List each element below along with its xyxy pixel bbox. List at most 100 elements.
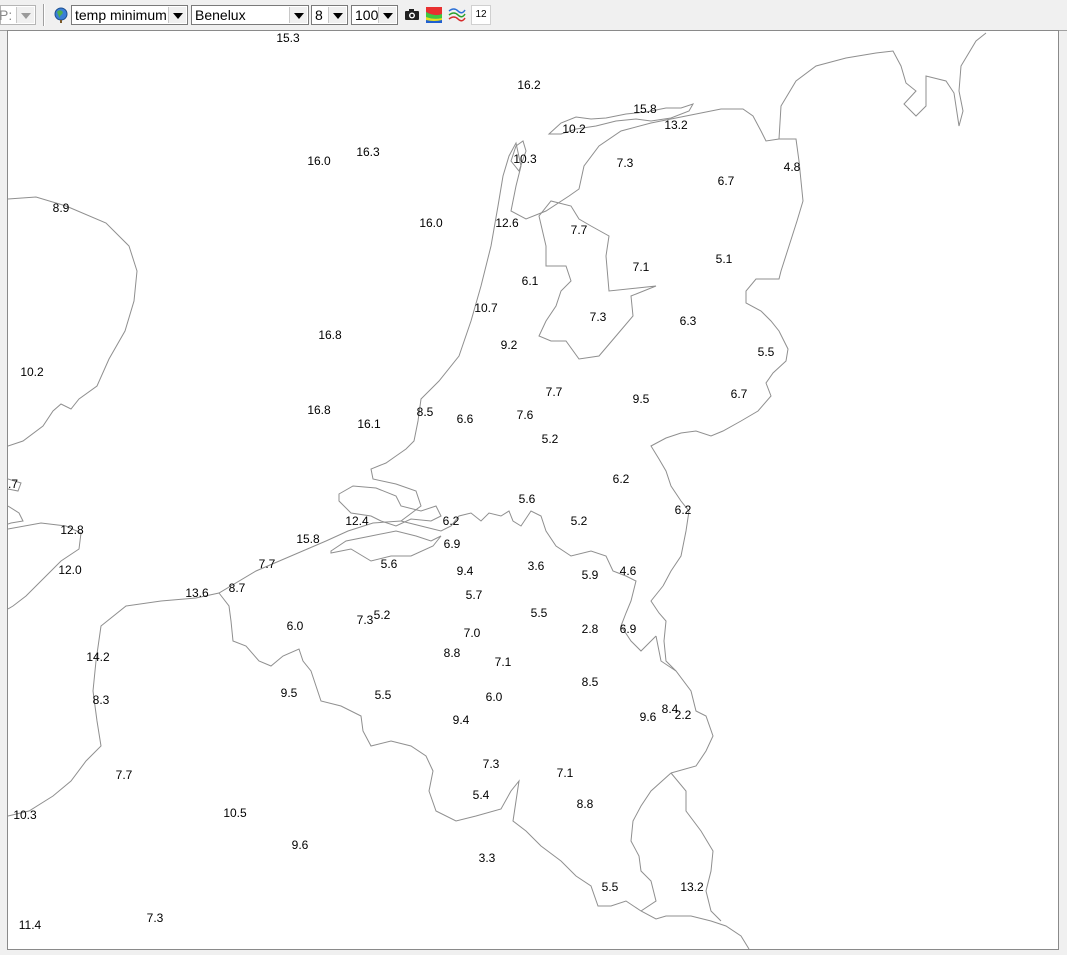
temperature-value-label: 6.0 [287,619,304,633]
camera-icon[interactable] [403,6,421,24]
temperature-value-label: 16.2 [517,78,541,92]
chevron-down-icon [289,7,307,23]
border-limburg [650,585,714,774]
temperature-value-label: 5.7 [466,588,483,602]
temperature-value-label: 6.9 [444,537,461,551]
temperature-value-label: 6.6 [457,412,474,426]
chevron-down-icon [16,7,34,23]
temperature-value-label: 5.4 [473,788,490,802]
temperature-value-label: 5.5 [531,606,548,620]
temperature-value-label: 10.2 [562,122,586,136]
temperature-value-label: 6.9 [620,622,637,636]
temperature-value-label: 5.2 [374,608,391,622]
coastline-england-kent [8,505,82,610]
temperature-value-label: 12.8 [60,523,84,537]
temperature-value-label: 9.4 [453,713,470,727]
temperature-value-label: 15.8 [296,532,320,546]
temperature-value-label: 5.2 [542,432,559,446]
temperature-value-label: 7.3 [590,310,607,324]
benelux-map: 15.3 16.2 15.8 10.2 13.2 16.0 16.3 10.3 7.3 6.7 4.… [8,31,987,949]
temperature-value-label: 9.4 [457,564,474,578]
temperature-value-label: 7.3 [617,156,634,170]
chevron-down-icon [168,7,186,23]
zoom-select-value: 100 [355,7,379,23]
temperature-value-label: 8.5 [582,675,599,689]
temperature-value-label: 9.6 [640,710,657,724]
temperature-value-label: 8.7 [229,581,246,595]
temperature-value-label: 7.1 [495,655,512,669]
toolbar-separator [43,4,45,26]
temperature-value-label: 7.3 [147,911,164,925]
temperature-value-label: 2.2 [675,708,692,722]
temperature-value-label: 16.3 [356,145,380,159]
temperature-value-label: 9.6 [292,838,309,852]
globe-icon[interactable] [52,6,70,24]
temperature-value-label: 7.3 [357,613,374,627]
region-select-value: Benelux [195,7,246,23]
streamlines-icon[interactable] [448,6,466,24]
temperature-value-label: 7.1 [557,766,574,780]
temperature-labels: 15.3 16.2 15.8 10.2 13.2 16.0 16.3 10.3 7.3 6.7 4.… [8,31,801,932]
temperature-value-label: 4.6 [620,564,637,578]
temperature-value-label: 5.6 [381,557,398,571]
partial-select[interactable]: P: [0,5,36,25]
border-germany-belgium [655,635,677,672]
temperature-value-label: 6.0 [486,690,503,704]
temperature-value-label: 5.5 [375,688,392,702]
temperature-value-label: 2.8 [582,622,599,636]
region-select[interactable]: Benelux [191,5,309,25]
temperature-value-label: 12.4 [345,514,369,528]
temperature-value-label: 5.5 [758,345,775,359]
temperature-value-label: 10.7 [474,301,498,315]
temperature-value-label: 6.7 [731,387,748,401]
temperature-value-label: 7.1 [633,260,650,274]
temperature-value-label: 16.8 [307,403,331,417]
parameter-select-value: temp minimum [75,7,167,23]
temperature-value-label: 8.9 [53,201,70,215]
temperature-value-label: 13.2 [664,118,688,132]
coastline-germany [778,32,987,140]
color-map-icon[interactable] [425,6,443,24]
toolbar: P: temp minimum Benelux 8 100 12 [0,0,1067,31]
temperature-value-label: 7.7 [259,557,276,571]
temperature-value-label: 7.7 [546,385,563,399]
parameter-select[interactable]: temp minimum [71,5,188,25]
partial-select-value: P: [0,7,13,23]
map-canvas[interactable]: 15.3 16.2 15.8 10.2 13.2 16.0 16.3 10.3 7.3 6.7 4.… [7,30,1059,950]
temperature-value-label: 15.3 [276,31,300,45]
temperature-value-label: 7.7 [571,223,588,237]
temperature-value-label: 16.1 [357,417,381,431]
temperature-value-label: 4.8 [784,160,801,174]
temperature-value-label: 16.0 [307,154,331,168]
temperature-value-label: 10.2 [20,365,44,379]
temperature-value-label: 6.2 [613,472,630,486]
temperature-value-label: 9.5 [633,392,650,406]
temperature-value-label: 5.9 [582,568,599,582]
temperature-value-label: 10.3 [13,808,37,822]
temperature-value-label: 8.8 [444,646,461,660]
temperature-value-label: 8.3 [93,693,110,707]
chevron-down-icon [378,7,396,23]
temperature-value-label: 5.2 [571,514,588,528]
temperature-value-label: 6.2 [675,503,692,517]
temperature-value-label: 13.2 [680,880,704,894]
temperature-value-label: 5.5 [602,880,619,894]
temperature-value-label: 7.6 [517,408,534,422]
level-select[interactable]: 8 [311,5,348,25]
zoom-select[interactable]: 100 [351,5,398,25]
temperature-value-label: 10.5 [223,806,247,820]
temperature-value-label: 9.2 [501,338,518,352]
temperature-value-label: 16.8 [318,328,342,342]
temperature-value-label: 7.3 [483,757,500,771]
temperature-value-label: .7 [8,477,18,491]
temperature-value-label: 8.8 [577,797,594,811]
border-luxembourg [630,772,722,922]
temperature-value-label: 8.5 [417,405,434,419]
temperature-value-label: 11.4 [19,918,42,932]
temperature-value-label: 12.6 [495,216,519,230]
temperature-value-label: 15.8 [633,102,657,116]
temperature-value-label: 16.0 [419,216,443,230]
temperature-value-label: 10.3 [513,152,537,166]
temperature-value-label: 6.7 [718,174,735,188]
temperature-value-label: 6.2 [443,514,460,528]
